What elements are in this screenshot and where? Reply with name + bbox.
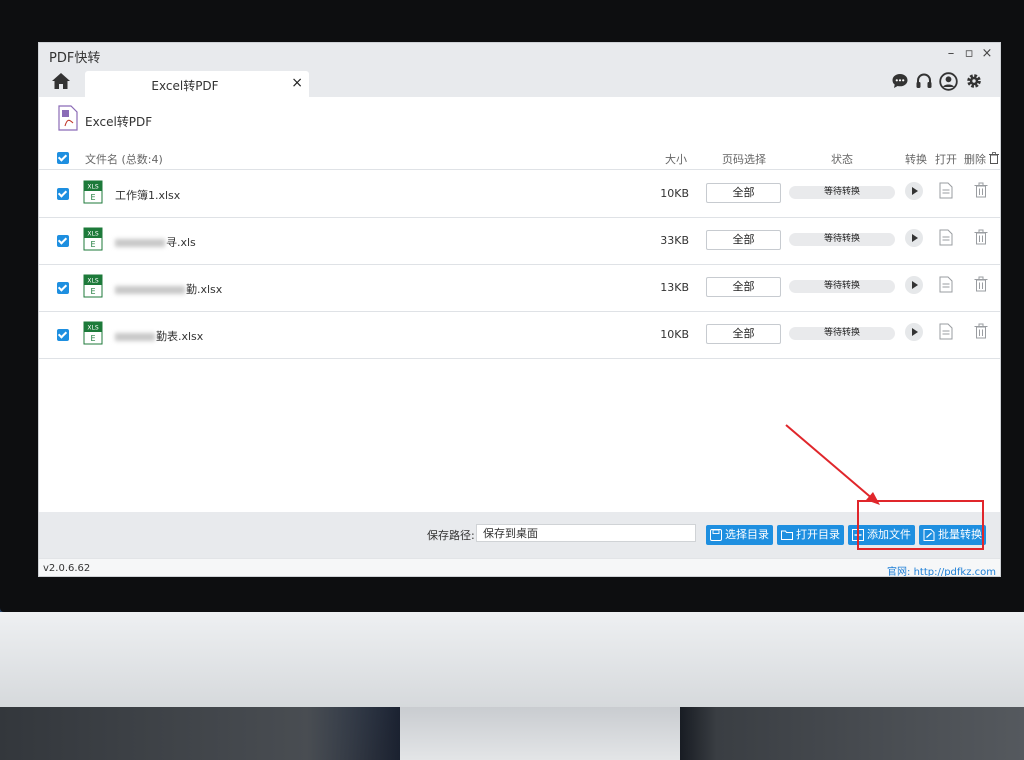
annotation-arrow xyxy=(785,424,880,505)
annotation-highlight-box xyxy=(857,500,984,550)
